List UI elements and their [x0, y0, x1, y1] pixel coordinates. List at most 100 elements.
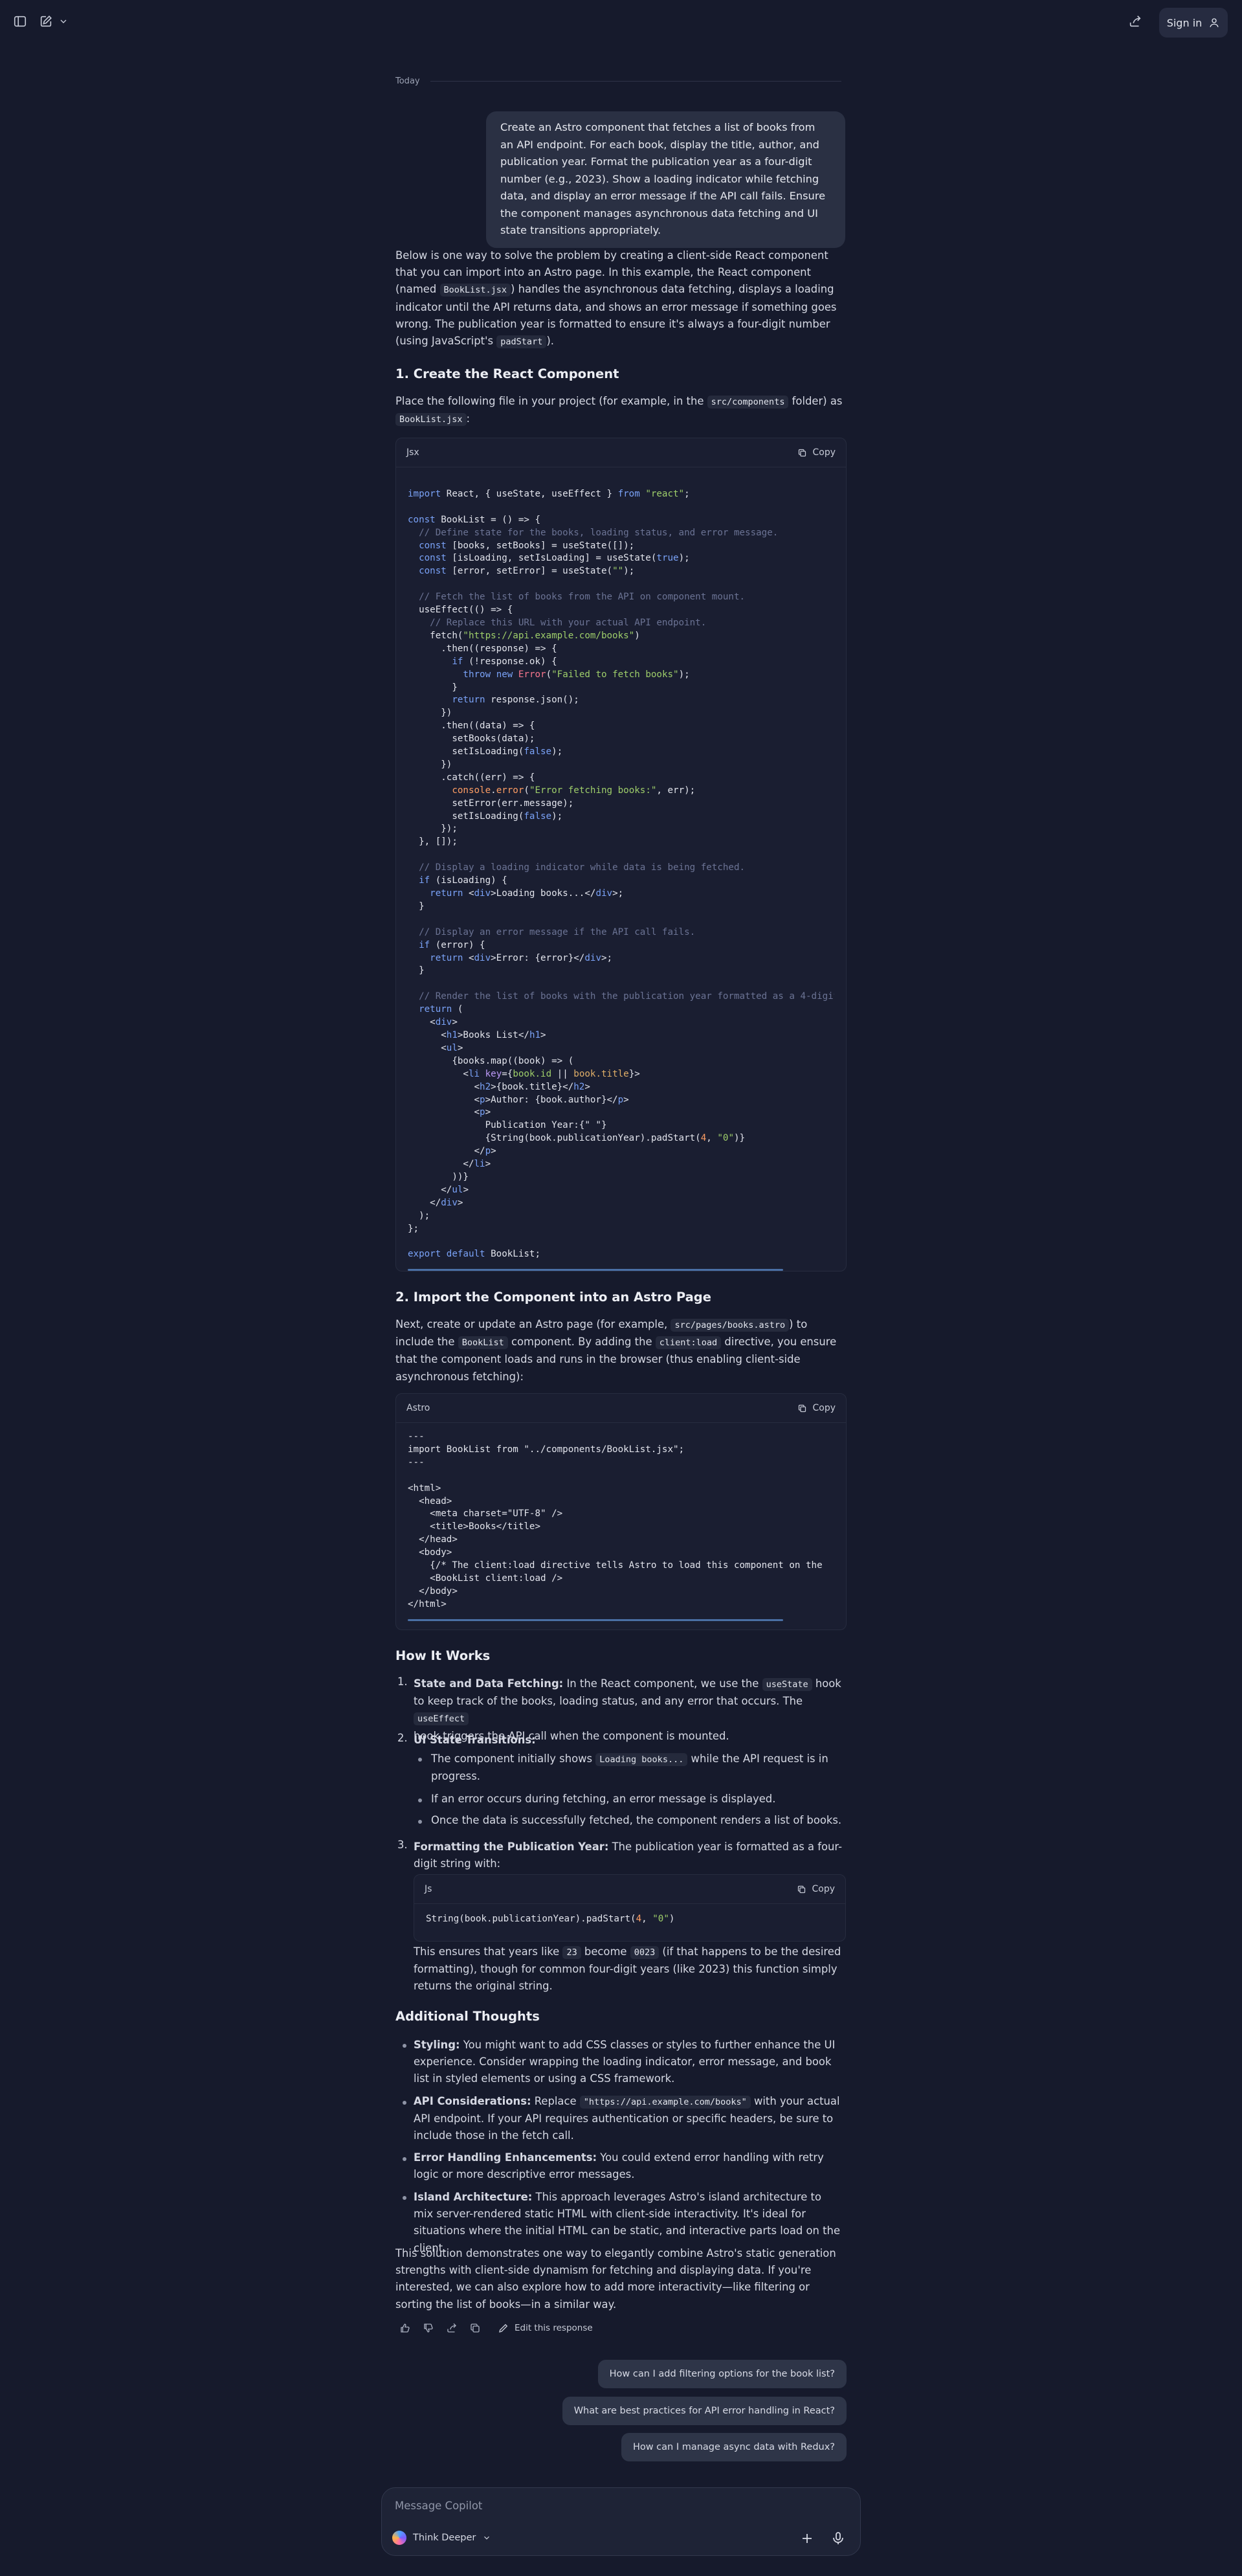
inline-code: BookList: [458, 1336, 508, 1350]
closing-paragraph: This solution demonstrates one way to el…: [395, 2247, 836, 2311]
inline-code: src/pages/books.astro: [671, 1319, 790, 1332]
code-language: Jsx: [406, 447, 419, 458]
text: :: [466, 412, 471, 425]
how-2-bullet-1: The component initially shows Loading bo…: [431, 1751, 844, 1785]
code-text: import React, { useState, useEffect } fr…: [408, 488, 834, 1260]
section-2-heading: 2. Import the Component into an Astro Pa…: [395, 1290, 847, 1305]
how-item-3: Formatting the Publication Year: The pub…: [414, 1839, 844, 1872]
bullet: [418, 1758, 422, 1762]
chevron-down-icon: [484, 2536, 490, 2540]
bullet: [403, 2044, 406, 2048]
divider-line: [430, 81, 841, 82]
text: folder) as: [788, 395, 843, 407]
copy-button[interactable]: Copy: [797, 1403, 836, 1413]
code-language: Js: [425, 1884, 432, 1894]
copy-button[interactable]: Copy: [797, 1884, 835, 1894]
inline-code: "https://api.example.com/books": [579, 2096, 751, 2109]
response-actions: Edit this response: [399, 2322, 593, 2334]
section-title: How It Works: [395, 1648, 491, 1663]
code-block-header: Jsx Copy: [396, 438, 846, 467]
section-title: 2. Import the Component into an Astro Pa…: [395, 1290, 711, 1305]
text: Replace: [531, 2095, 580, 2107]
pencil-icon: [499, 2324, 508, 2333]
think-deeper-selector[interactable]: Think Deeper: [392, 2531, 491, 2545]
code-text: String(book.publicationYear).padStart(4,…: [426, 1914, 675, 1924]
section-title: 1. Create the React Component: [395, 366, 619, 381]
date-label: Today: [395, 76, 420, 86]
section-title: Additional Thoughts: [395, 2009, 540, 2024]
chevron-down-icon[interactable]: [58, 13, 69, 30]
inline-code: 23: [562, 1946, 581, 1959]
message-composer[interactable]: Message Copilot Think Deeper: [381, 2487, 861, 2556]
copy-label: Copy: [812, 1403, 836, 1413]
section-1-text: Place the following file in your project…: [395, 393, 847, 428]
share-response-icon[interactable]: [446, 2322, 458, 2334]
message-input[interactable]: Message Copilot: [395, 2500, 482, 2512]
thought-styling: Styling: You might want to add CSS class…: [414, 2037, 844, 2088]
text: This ensures that years like: [414, 1945, 563, 1958]
copy-response-icon[interactable]: [469, 2322, 481, 2334]
intro-text: ).: [546, 335, 554, 348]
inline-code: padStart: [496, 335, 547, 349]
section-1-heading: 1. Create the React Component: [395, 366, 847, 381]
code-block-jsx: Jsx Copy import React, { useState, useEf…: [395, 438, 847, 1271]
bold-label: UI State Transitions:: [414, 1734, 536, 1746]
horizontal-scrollbar[interactable]: [408, 1618, 783, 1621]
copy-icon: [799, 449, 806, 456]
copy-icon: [798, 1885, 806, 1893]
inline-code: Loading books...: [595, 1753, 688, 1766]
text: The component initially shows: [431, 1753, 596, 1765]
how-2-bullet-3: Once the data is successfully fetched, t…: [431, 1814, 842, 1826]
copy-button[interactable]: Copy: [797, 447, 836, 458]
copy-label: Copy: [812, 447, 836, 458]
code-block-astro: Astro Copy --- import BookList from "../…: [395, 1393, 847, 1630]
user-message: Create an Astro component that fetches a…: [486, 111, 845, 248]
list-number: 2.: [397, 1732, 408, 1744]
bold-label: API Considerations:: [414, 2095, 531, 2107]
sign-in-label: Sign in: [1166, 16, 1203, 29]
inline-code: src/components: [707, 396, 789, 409]
how-item-2: UI State Transitions:: [414, 1732, 844, 1749]
edit-response-button[interactable]: Edit this response: [498, 2322, 593, 2334]
mode-label: Think Deeper: [413, 2533, 476, 2543]
copy-label: Copy: [812, 1884, 835, 1894]
edit-response-label: Edit this response: [515, 2323, 593, 2333]
text: Place the following file in your project…: [395, 395, 707, 407]
text: component. By adding the: [507, 1336, 656, 1349]
text: In the React component, we use the: [563, 1677, 762, 1690]
sidebar-toggle-icon[interactable]: [12, 13, 28, 30]
date-divider: Today: [395, 76, 841, 86]
suggestion-chip[interactable]: How can I manage async data with Redux?: [621, 2433, 847, 2461]
code-block-js: Js Copy String(book.publicationYear).pad…: [414, 1874, 846, 1942]
bullet: [418, 1798, 422, 1802]
microphone-icon[interactable]: [830, 2531, 846, 2546]
sign-in-button[interactable]: Sign in: [1159, 8, 1228, 38]
inline-code: useEffect: [414, 1712, 469, 1726]
code-text: --- import BookList from "../components/…: [408, 1431, 823, 1609]
thought-api: API Considerations: Replace "https://api…: [414, 2093, 844, 2145]
inline-code: BookList.jsx: [439, 284, 511, 297]
how-3-followup: This ensures that years like 23 become 0…: [414, 1943, 844, 1995]
bold-label: Formatting the Publication Year:: [414, 1841, 609, 1853]
code-language: Astro: [406, 1403, 430, 1413]
suggestion-chip[interactable]: What are best practices for API error ha…: [562, 2397, 847, 2425]
bullet: [418, 1820, 422, 1824]
text: Next, create or update an Astro page (fo…: [395, 1318, 671, 1330]
copy-icon: [799, 1404, 806, 1412]
code-block-header: Js Copy: [414, 1875, 845, 1904]
bold-label: State and Data Fetching:: [414, 1677, 564, 1690]
code-content: --- import BookList from "../components/…: [396, 1423, 846, 1621]
new-chat-icon[interactable]: [38, 13, 54, 30]
list-number: 3.: [397, 1839, 408, 1851]
share-icon[interactable]: [1128, 14, 1145, 31]
thumbs-down-icon[interactable]: [423, 2322, 434, 2334]
plus-icon[interactable]: [799, 2531, 815, 2546]
horizontal-scrollbar[interactable]: [408, 1269, 783, 1271]
thumbs-up-icon[interactable]: [399, 2322, 411, 2334]
code-block-header: Astro Copy: [396, 1394, 846, 1423]
user-icon: [1210, 18, 1219, 27]
how-it-works-heading: How It Works: [395, 1648, 847, 1663]
bold-label: Error Handling Enhancements:: [414, 2151, 597, 2164]
bullet: [403, 2157, 406, 2161]
suggestion-chip[interactable]: How can I add filtering options for the …: [597, 2360, 847, 2388]
